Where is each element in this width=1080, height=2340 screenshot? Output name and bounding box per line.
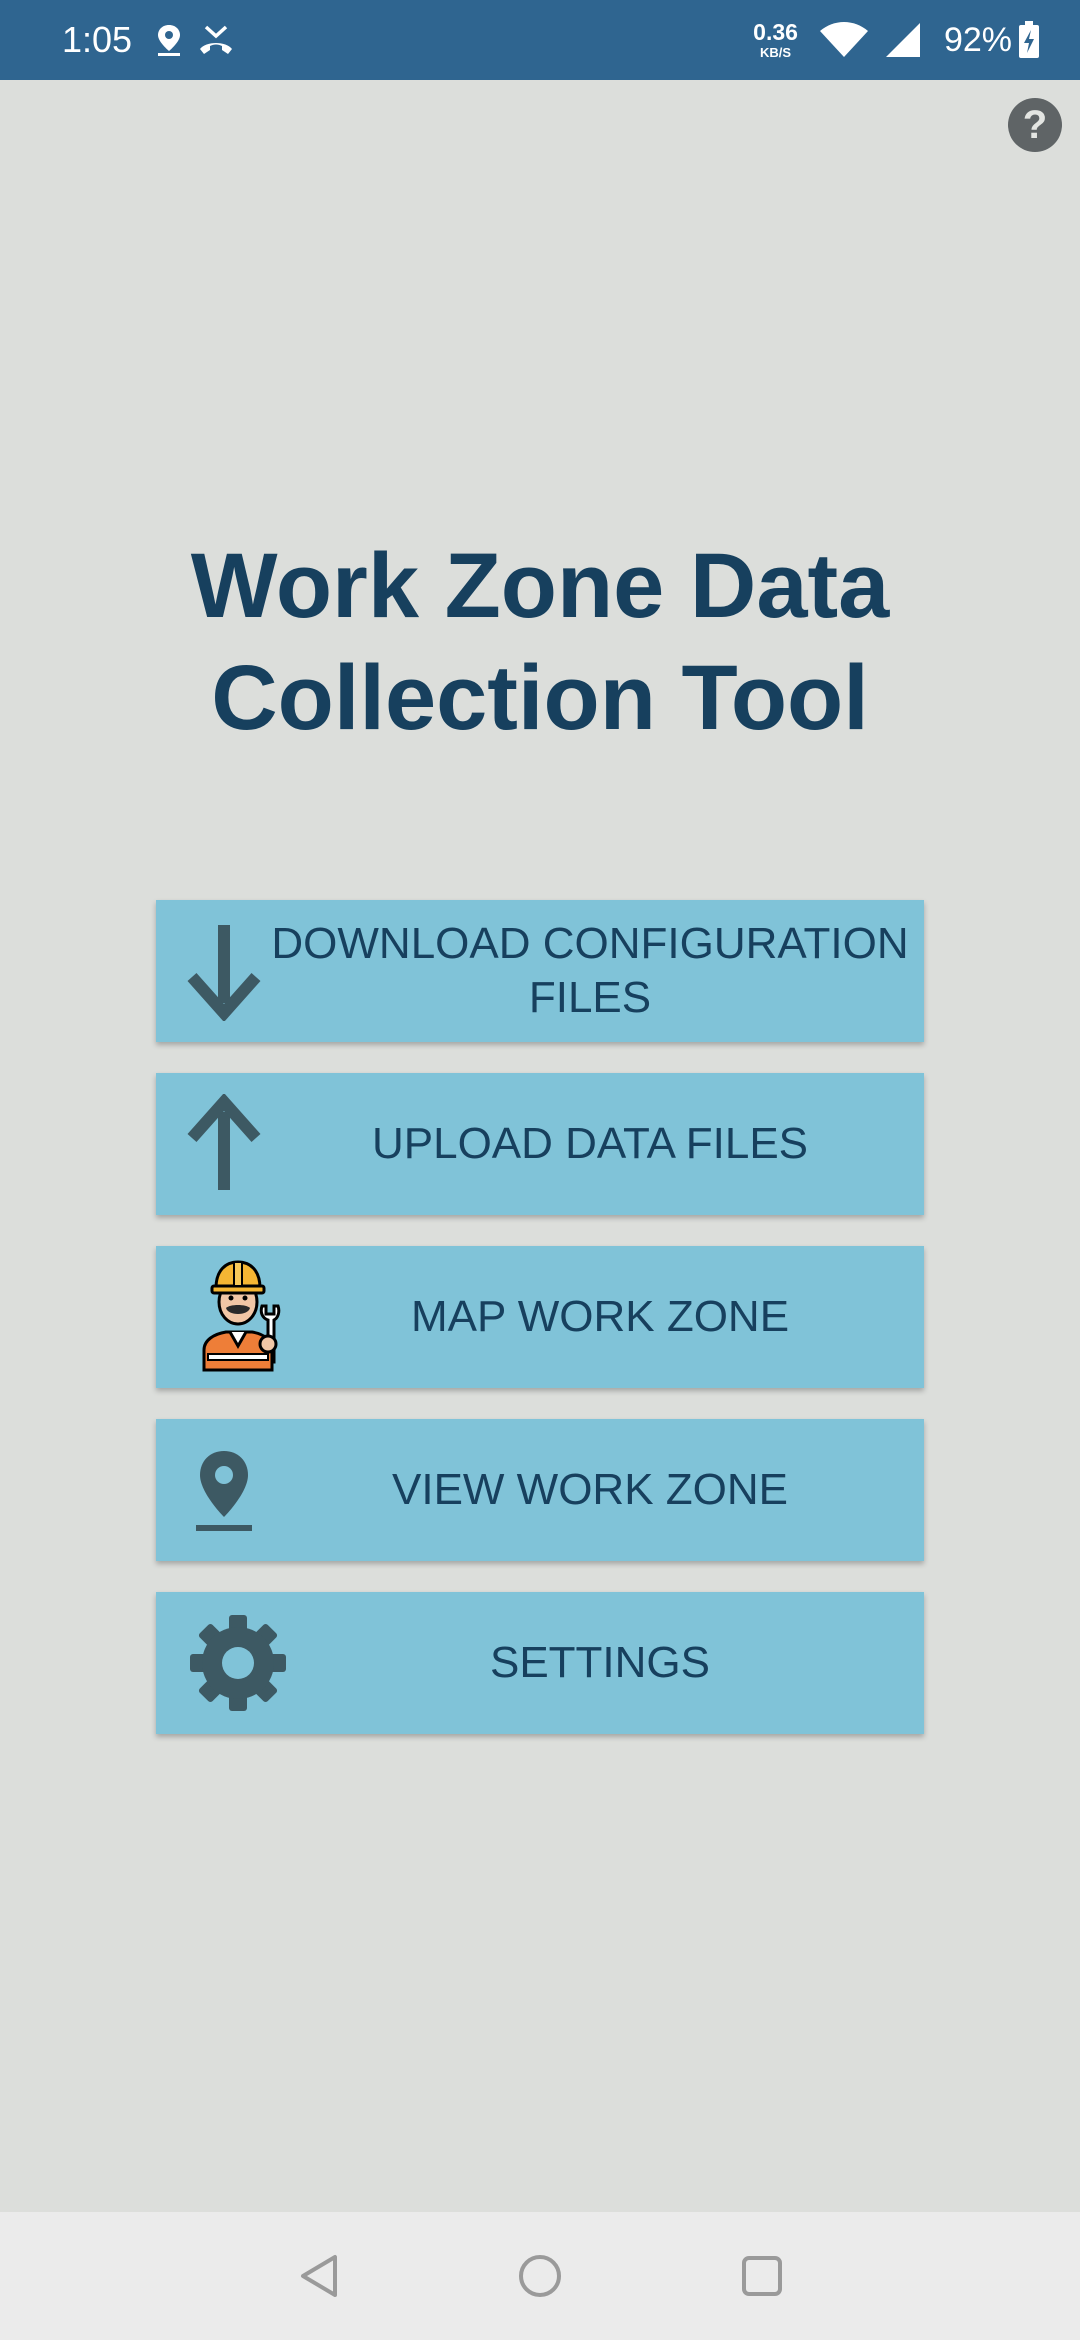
help-icon: ? — [1022, 102, 1048, 147]
view-work-zone-label: VIEW WORK ZONE — [392, 1465, 788, 1514]
arrow-up-icon — [184, 1073, 264, 1215]
network-speed-unit: KB/S — [760, 45, 792, 60]
battery-charging-icon — [1018, 21, 1040, 59]
settings-label: SETTINGS — [489, 1638, 711, 1687]
network-speed: 0.36 KB/S — [753, 19, 798, 60]
battery-percent: 92% — [943, 20, 1012, 59]
download-label-line-2: FILES — [528, 973, 652, 1022]
arrow-down-icon — [184, 900, 264, 1042]
map-work-zone-button[interactable]: MAP WORK ZONE — [156, 1246, 924, 1388]
status-right: 0.36 KB/S 92% — [753, 21, 1040, 60]
location-pin-icon — [184, 1419, 264, 1561]
view-work-zone-button[interactable]: VIEW WORK ZONE — [156, 1419, 924, 1561]
app-title-line-2: Collection Tool — [211, 647, 869, 749]
back-button[interactable] — [290, 2248, 350, 2304]
map-work-zone-label: MAP WORK ZONE — [410, 1292, 790, 1341]
download-label-line-1: DOWNLOAD CONFIGURATION — [271, 919, 909, 968]
status-bar: 1:05 0.36 KB/S 92% — [0, 0, 1080, 80]
network-speed-value: 0.36 — [753, 19, 798, 45]
app-title-line-1: Work Zone Data — [190, 535, 890, 637]
settings-button[interactable]: SETTINGS — [156, 1592, 924, 1734]
gear-icon — [186, 1592, 290, 1734]
status-time: 1:05 — [62, 19, 133, 60]
download-configuration-files-button[interactable]: DOWNLOAD CONFIGURATION FILES — [156, 900, 924, 1042]
wifi-icon — [818, 21, 870, 59]
status-left: 1:05 — [62, 19, 250, 61]
missed-call-icon — [196, 23, 236, 57]
home-button[interactable] — [510, 2248, 570, 2304]
download-configuration-files-label: DOWNLOAD CONFIGURATION FILES — [256, 900, 924, 1042]
navigation-bar — [0, 2212, 1080, 2340]
location-icon — [156, 23, 182, 57]
app-title: Work Zone Data Collection Tool — [0, 530, 1080, 754]
back-triangle-icon — [301, 2255, 337, 2297]
signal-icon — [884, 21, 922, 59]
help-button[interactable]: ? — [1008, 98, 1062, 152]
recents-square-icon — [742, 2256, 782, 2296]
home-circle-icon — [519, 2255, 561, 2297]
recents-button[interactable] — [732, 2248, 792, 2304]
upload-data-files-label: UPLOAD DATA FILES — [371, 1119, 809, 1168]
upload-data-files-button[interactable]: UPLOAD DATA FILES — [156, 1073, 924, 1215]
